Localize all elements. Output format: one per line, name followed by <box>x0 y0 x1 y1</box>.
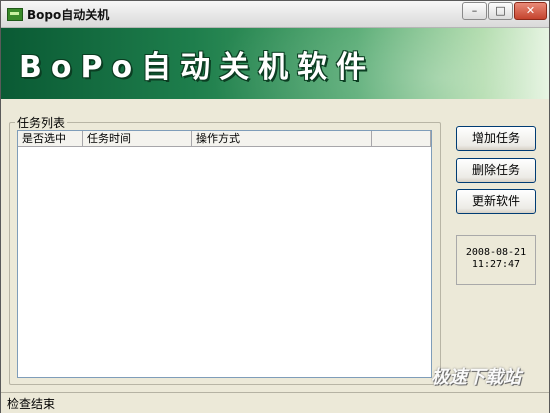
task-list[interactable]: 是否选中 任务时间 操作方式 <box>17 130 432 378</box>
close-icon: ✕ <box>525 4 536 17</box>
watermark: 极速下载站 <box>431 367 521 388</box>
clock-display: 2008-08-21 11:27:47 <box>456 235 536 285</box>
status-text: 检查结束 <box>7 397 56 411</box>
clock-date: 2008-08-21 <box>465 247 527 258</box>
add-task-button[interactable]: 增加任务 <box>456 126 536 151</box>
task-list-label: 任务列表 <box>15 114 68 131</box>
column-header-operation[interactable]: 操作方式 <box>192 131 372 147</box>
column-header-task-time[interactable]: 任务时间 <box>83 131 192 147</box>
minimize-button[interactable]: – <box>462 2 487 20</box>
main-window: Bopo自动关机 – □ ✕ BoPo自动关机软件 任务列表 是否选中 任务时间… <box>0 0 550 413</box>
app-icon[interactable] <box>7 8 23 21</box>
maximize-icon: □ <box>495 4 506 17</box>
column-header-selected[interactable]: 是否选中 <box>18 131 83 147</box>
list-header: 是否选中 任务时间 操作方式 <box>18 131 431 147</box>
update-software-button[interactable]: 更新软件 <box>456 189 536 214</box>
window-title: Bopo自动关机 <box>27 8 110 22</box>
banner-title: BoPo自动关机软件 <box>19 50 376 85</box>
maximize-button[interactable]: □ <box>488 2 513 20</box>
close-button[interactable]: ✕ <box>514 2 547 20</box>
minimize-icon: – <box>471 4 478 17</box>
status-bar: 检查结束 <box>1 392 549 413</box>
banner: BoPo自动关机软件 <box>1 28 549 99</box>
title-bar[interactable]: Bopo自动关机 – □ ✕ <box>1 1 549 28</box>
clock-time: 11:27:47 <box>471 259 521 270</box>
column-header-empty[interactable] <box>372 131 431 147</box>
delete-task-button[interactable]: 删除任务 <box>456 158 536 183</box>
